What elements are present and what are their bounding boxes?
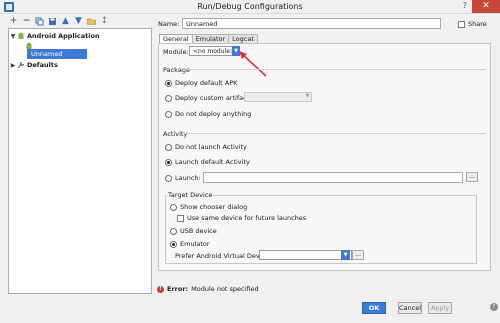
window-title: Run/Debug Configurations xyxy=(197,2,303,11)
use-same-device-label: Use same device for future launches xyxy=(187,214,307,222)
help-question-icon[interactable]: ? xyxy=(463,1,467,10)
ok-button[interactable]: OK xyxy=(362,302,386,314)
radio-deploy-default-apk[interactable] xyxy=(165,79,172,87)
activity-separator xyxy=(182,133,486,134)
deploy-custom-artifact-label: Deploy custom artifact xyxy=(175,94,250,102)
tree-item-unnamed[interactable]: Unnamed xyxy=(27,49,87,59)
avd-browse-button[interactable]: … xyxy=(352,250,364,260)
share-checkbox[interactable]: Share xyxy=(458,20,487,28)
launch-activity-input[interactable] xyxy=(203,172,463,183)
tree-item-defaults[interactable]: ▶ Defaults xyxy=(9,60,58,70)
do-not-launch-label: Do not launch Activity xyxy=(175,143,247,151)
cancel-button[interactable]: Cancel xyxy=(398,302,422,314)
launch-default-activity-label: Launch default Activity xyxy=(175,158,250,166)
launch-browse-button[interactable]: … xyxy=(466,172,478,182)
do-not-deploy-label: Do not deploy anything xyxy=(175,110,252,118)
sort-icon[interactable]: ↕ xyxy=(99,16,110,27)
error-icon: ! xyxy=(157,285,164,293)
android-icon xyxy=(18,32,24,39)
prefer-avd-label-row: Prefer Android Virtual Device: xyxy=(175,252,271,260)
help-icon[interactable]: ? xyxy=(490,303,498,311)
tree-label-defaults: Defaults xyxy=(27,61,58,69)
target-device-title: Target Device xyxy=(167,191,214,199)
tree-item-android-application[interactable]: ▼ Android Application xyxy=(9,31,100,41)
activity-section-title: Activity xyxy=(163,130,188,138)
do-not-launch-option[interactable]: Do not launch Activity xyxy=(165,143,247,151)
title-bar: Run/Debug Configurations ? ✕ xyxy=(0,0,500,14)
plus-icon[interactable]: + xyxy=(8,16,19,27)
radio-do-not-deploy[interactable] xyxy=(165,110,172,118)
move-up-icon[interactable]: ▲ xyxy=(60,16,71,27)
artifact-select: ▼ xyxy=(244,92,312,102)
emulator-option[interactable]: Emulator xyxy=(170,240,210,248)
avd-dropdown-arrow-icon[interactable]: ▼ xyxy=(341,250,350,260)
move-down-icon[interactable]: ▼ xyxy=(73,16,84,27)
show-chooser-label: Show chooser dialog xyxy=(180,203,248,211)
use-same-device-checkbox[interactable] xyxy=(177,214,184,222)
usb-device-label: USB device xyxy=(180,227,217,235)
avd-select[interactable] xyxy=(259,250,352,260)
radio-do-not-launch[interactable] xyxy=(165,143,172,151)
tree-label-android-application: Android Application xyxy=(27,32,100,40)
wrench-icon xyxy=(17,62,24,69)
usb-device-option[interactable]: USB device xyxy=(170,227,217,235)
copy-icon[interactable] xyxy=(34,16,45,27)
package-section-title: Package xyxy=(163,66,190,74)
show-chooser-option[interactable]: Show chooser dialog xyxy=(170,203,247,211)
radio-emulator[interactable] xyxy=(170,240,177,248)
launch-option[interactable]: Launch: xyxy=(165,174,201,182)
share-checkbox-box[interactable] xyxy=(458,20,465,28)
error-message: ! Error: Module not specified xyxy=(157,285,259,293)
launch-label: Launch: xyxy=(175,174,201,182)
radio-show-chooser[interactable] xyxy=(170,203,177,211)
share-label: Share xyxy=(468,20,487,28)
do-not-deploy-option[interactable]: Do not deploy anything xyxy=(165,110,251,118)
module-label: Module: xyxy=(163,48,189,56)
emulator-label: Emulator xyxy=(180,240,210,248)
error-text: Module not specified xyxy=(191,285,259,293)
radio-launch-default-activity[interactable] xyxy=(165,158,172,166)
radio-usb-device[interactable] xyxy=(170,227,177,235)
use-same-device-option[interactable]: Use same device for future launches xyxy=(177,214,306,222)
collapse-arrow-icon[interactable]: ▶ xyxy=(9,62,17,69)
close-window-button[interactable]: ✕ xyxy=(472,0,500,13)
minus-icon[interactable]: − xyxy=(21,16,32,27)
launch-default-activity-option[interactable]: Launch default Activity xyxy=(165,158,250,166)
name-field[interactable]: Unnamed xyxy=(182,18,441,29)
deploy-default-apk-option[interactable]: Deploy default APK xyxy=(165,79,237,87)
prefer-avd-label: Prefer Android Virtual Device: xyxy=(175,252,272,260)
folder-icon[interactable] xyxy=(86,16,97,27)
configuration-tree: ▼ Android Application Unnamed ▶ Defaults xyxy=(8,28,152,294)
apply-button[interactable]: Apply xyxy=(428,302,452,314)
error-label: Error: xyxy=(167,285,189,293)
deploy-default-apk-label: Deploy default APK xyxy=(175,79,238,87)
save-icon[interactable] xyxy=(47,16,58,27)
red-arrow-icon xyxy=(239,51,267,77)
config-toolbar: + − ▲ ▼ ↕ xyxy=(8,16,110,28)
deploy-custom-artifact-option[interactable]: Deploy custom artifact xyxy=(165,94,249,102)
radio-launch[interactable] xyxy=(165,174,172,182)
package-separator xyxy=(184,69,486,70)
expand-arrow-icon[interactable]: ▼ xyxy=(9,33,17,40)
tree-label-unnamed: Unnamed xyxy=(31,50,63,58)
radio-deploy-custom-artifact[interactable] xyxy=(165,94,172,102)
name-label: Name: xyxy=(158,20,180,28)
artifact-dropdown-arrow-icon: ▼ xyxy=(305,93,310,99)
